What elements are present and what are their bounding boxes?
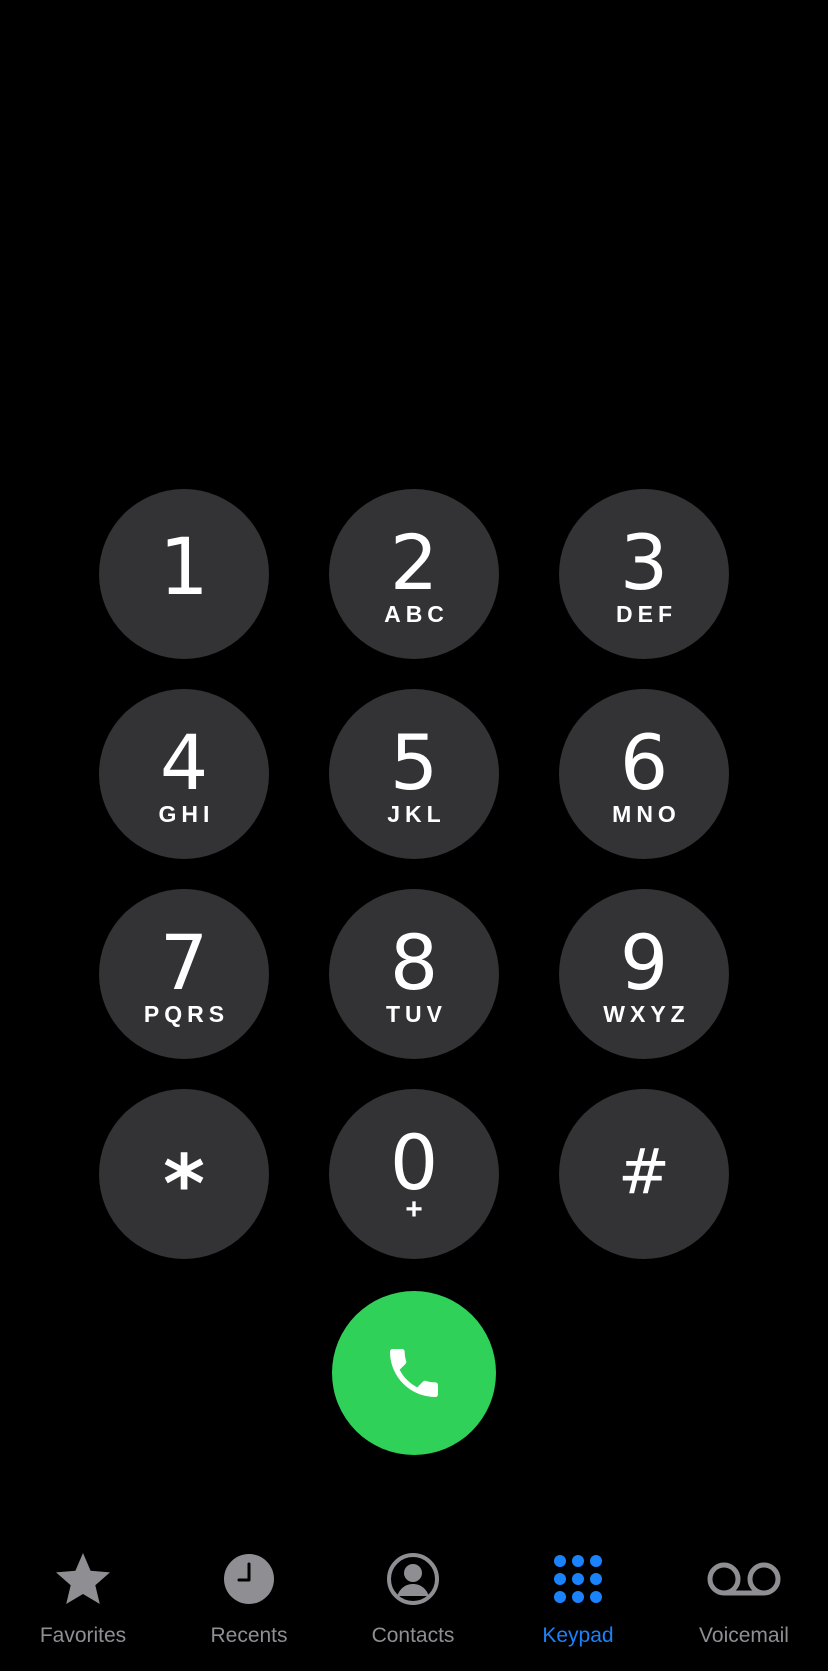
key-8[interactable]: 8 TUV [329,889,499,1059]
phone-icon [390,1349,438,1397]
clock-icon [224,1554,274,1604]
key-hash[interactable]: # [559,1089,729,1259]
key-3[interactable]: 3 DEF [559,489,729,659]
person-circle-icon [387,1553,439,1605]
key-digit: 8 [389,918,439,1007]
key-letters: JKL [387,801,446,827]
key-2[interactable]: 2 ABC [329,489,499,659]
key-letters: DEF [616,601,677,627]
key-digit: 9 [619,918,669,1007]
key-6[interactable]: 6 MNO [559,689,729,859]
tab-favorites[interactable]: Favorites [0,1540,166,1671]
tab-recents[interactable]: Recents [166,1540,332,1671]
keypad-grid-icon [554,1555,602,1603]
key-letters: WXYZ [603,1001,690,1027]
tab-voicemail[interactable]: Voicemail [661,1540,827,1671]
key-letters: GHI [158,801,215,827]
key-digit: 4 [159,718,209,807]
key-digit: * [163,1138,205,1231]
key-digit: 7 [159,918,209,1007]
key-letters: TUV [386,1001,447,1027]
key-5[interactable]: 5 JKL [329,689,499,859]
tab-label: Voicemail [699,1624,789,1647]
key-digit: 3 [619,518,669,607]
tab-label: Recents [210,1624,288,1647]
tab-label: Keypad [542,1624,614,1647]
key-digit: 1 [159,523,209,613]
key-0[interactable]: 0 + [329,1089,499,1259]
tab-keypad[interactable]: Keypad [495,1540,661,1671]
key-1[interactable]: 1 [99,489,269,659]
key-digit: # [618,1135,670,1208]
key-letters: + [405,1193,423,1226]
tab-contacts[interactable]: Contacts [330,1540,496,1671]
key-letters: PQRS [143,1001,230,1027]
key-star[interactable]: * [99,1089,269,1259]
call-button[interactable] [332,1291,496,1455]
key-digit: 5 [389,718,439,807]
voicemail-icon [707,1562,781,1596]
key-4[interactable]: 4 GHI [99,689,269,859]
star-icon [56,1553,110,1604]
key-letters: MNO [612,801,681,827]
key-letters: ABC [384,601,449,627]
key-7[interactable]: 7 PQRS [99,889,269,1059]
tab-bar: Favorites Recents Contacts Keypad Voicem… [0,1540,828,1671]
key-digit: 2 [389,518,439,607]
key-digit: 6 [619,718,669,807]
dial-keypad: 1 2 ABC 3 DEF 4 GHI 5 JKL 6 MNO 7 PQRS 8… [0,0,828,1671]
key-digit: 0 [389,1118,439,1207]
tab-label: Contacts [371,1624,455,1647]
key-9[interactable]: 9 WXYZ [559,889,729,1059]
tab-label: Favorites [39,1624,127,1647]
